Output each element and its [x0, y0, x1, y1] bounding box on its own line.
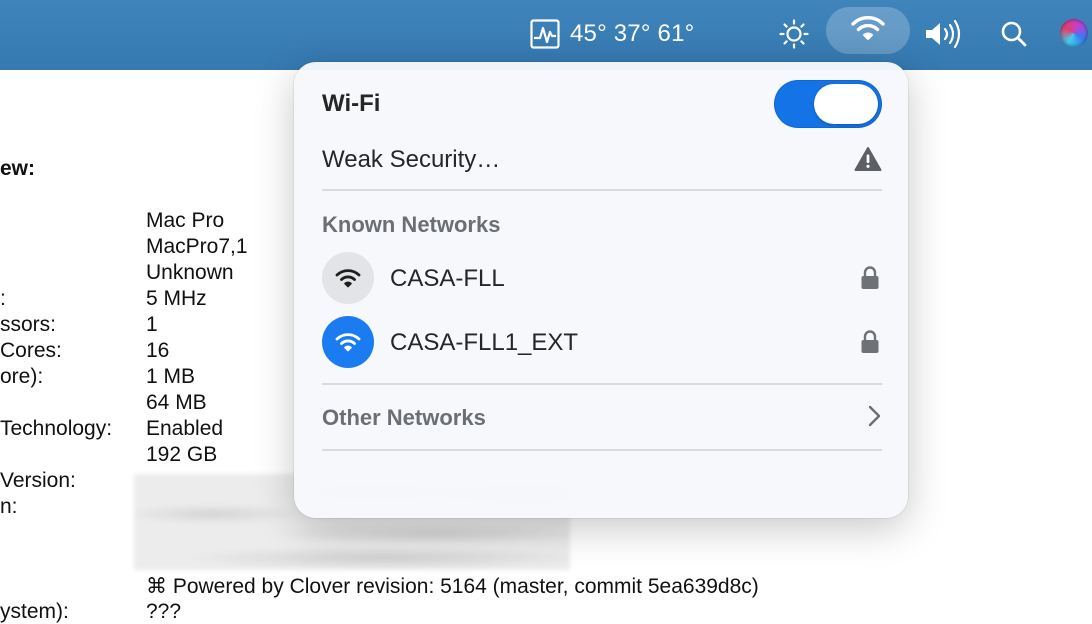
wifi-toggle[interactable] — [774, 80, 882, 128]
panel-title: Wi-Fi — [322, 90, 381, 117]
network-name: CASA-FLL1_EXT — [390, 329, 579, 356]
report-value: ??? — [146, 600, 182, 623]
activity-monitor-icon — [530, 19, 560, 49]
network-row-casa-fll1-ext[interactable]: CASA-FLL1_EXT — [322, 316, 882, 368]
wifi-signal-icon — [322, 252, 374, 304]
lock-icon — [860, 329, 880, 360]
report-value: Mac Pro — [146, 209, 225, 232]
weak-security-row[interactable]: Weak Security… — [322, 146, 882, 186]
report-value: 192 GB — [146, 443, 218, 466]
report-label: Technology: — [0, 417, 113, 440]
lock-icon — [860, 265, 880, 296]
brightness-icon[interactable] — [776, 14, 812, 54]
divider — [322, 449, 882, 451]
network-row-casa-fll[interactable]: CASA-FLL — [322, 252, 882, 304]
report-value: 16 — [146, 339, 170, 362]
other-networks-heading: Other Networks — [322, 405, 486, 430]
report-label: ssors: — [0, 313, 57, 336]
report-value: 1 MB — [146, 365, 196, 388]
clover-revision-text: ⌘ Powered by Clover revision: 5164 (mast… — [146, 575, 759, 598]
temperature-readout: 45° 37° 61° — [570, 20, 695, 47]
warning-icon — [854, 146, 882, 177]
volume-icon[interactable] — [922, 14, 966, 54]
chevron-right-icon — [866, 402, 882, 435]
stats-menu-item[interactable]: 45° 37° 61° — [530, 14, 694, 54]
wifi-icon — [851, 15, 885, 46]
other-networks-row[interactable]: Other Networks — [322, 402, 882, 436]
report-value: 5 MHz — [146, 287, 207, 310]
report-value: 1 — [146, 313, 158, 336]
wifi-signal-icon — [322, 316, 374, 368]
report-value: Enabled — [146, 417, 224, 440]
report-label: Cores: — [0, 339, 62, 362]
report-label: Version: — [0, 469, 76, 492]
report-label: n: — [0, 495, 18, 518]
network-name: CASA-FLL — [390, 265, 505, 292]
known-networks-heading: Known Networks — [322, 212, 501, 237]
menu-bar: 45° 37° 61° — [0, 0, 1092, 70]
search-icon[interactable] — [998, 14, 1030, 54]
report-value: MacPro7,1 — [146, 235, 248, 258]
toggle-knob — [814, 84, 878, 124]
divider — [322, 383, 882, 385]
wifi-panel: Wi-Fi Weak Security… Known Networks CASA… — [294, 62, 908, 518]
divider — [322, 189, 882, 191]
report-label: : — [0, 287, 6, 310]
weak-security-label: Weak Security… — [322, 146, 501, 173]
report-label: ore): — [0, 365, 44, 388]
report-label: ystem): — [0, 600, 69, 623]
report-value: Unknown — [146, 261, 234, 284]
overview-heading: ew: — [0, 157, 36, 180]
report-value: 64 MB — [146, 391, 207, 414]
siri-icon[interactable] — [1060, 19, 1088, 47]
wifi-menu-button[interactable] — [826, 7, 910, 54]
